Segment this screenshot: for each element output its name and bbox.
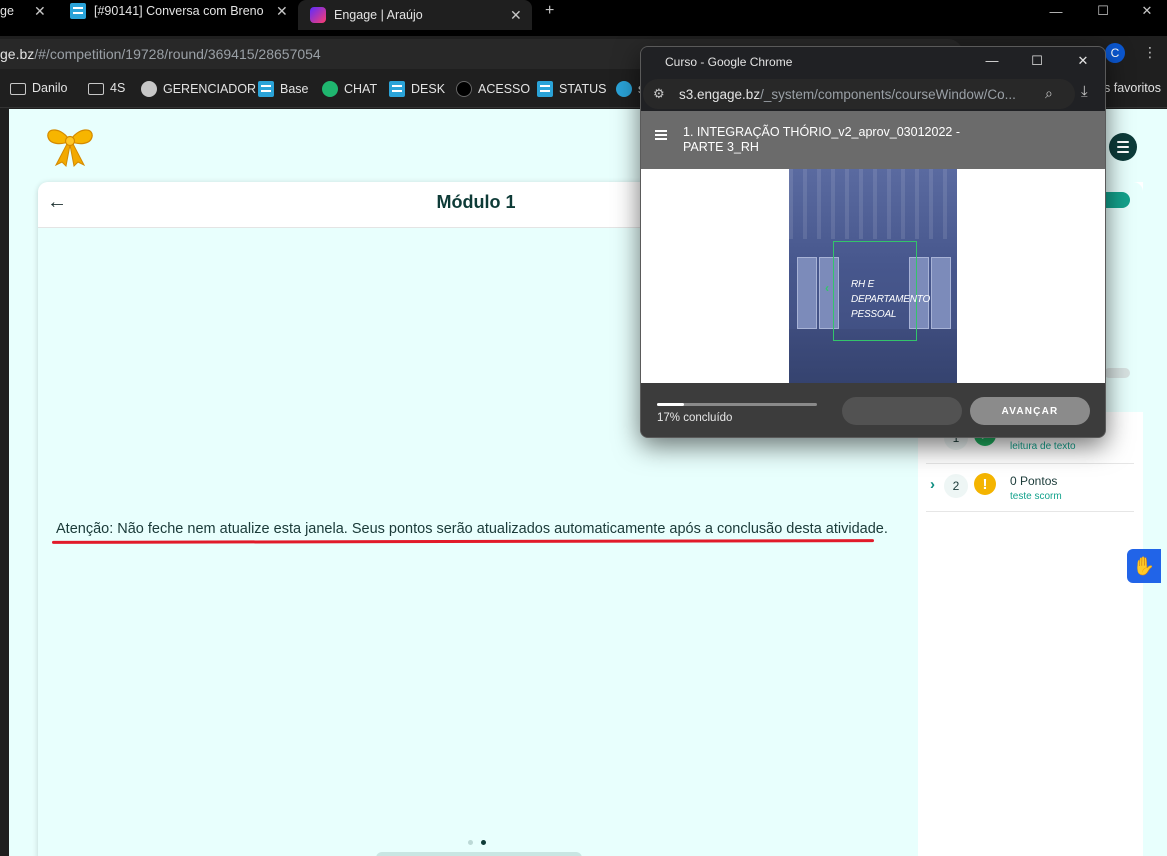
popup-window-title: Curso - Google Chrome — [665, 55, 793, 69]
task-row[interactable]: › 2 ! 0 Pontos teste scorm — [926, 464, 1134, 512]
s-icon — [616, 81, 632, 97]
course-footer: 17% concluído AVANÇAR — [641, 383, 1105, 437]
bookmark-gerenciador[interactable]: GERENCIADOR — [141, 81, 256, 97]
lines-icon — [258, 81, 274, 97]
close-window-icon[interactable]: ✕ — [1127, 0, 1167, 22]
course-title: 1. INTEGRAÇÃO THÓRIO_v2_aprov_03012022 -… — [683, 125, 960, 154]
more-menu-icon[interactable]: ⋮ — [1140, 44, 1160, 62]
progress-indicator — [1104, 368, 1130, 378]
task-type: leitura de texto — [1010, 441, 1076, 452]
engage-favicon-icon — [310, 7, 326, 23]
close-icon[interactable]: ✕ — [276, 3, 288, 20]
bookmark-desk[interactable]: DESK — [389, 81, 445, 97]
tab-engage-active[interactable]: Engage | Araújo ✕ — [298, 0, 532, 30]
course-slide-image: ‹ RH E DEPARTAMENTO PESSOAL — [789, 169, 957, 383]
page-dot[interactable] — [468, 840, 473, 845]
popup-address-bar[interactable]: ⚙ s3.engage.bz/_system/components/course… — [643, 79, 1075, 109]
gift-bow-icon — [47, 129, 93, 167]
warning-message: Atenção: Não feche nem atualize esta jan… — [56, 521, 888, 537]
bookmark-chat[interactable]: CHAT — [322, 81, 377, 97]
site-settings-icon[interactable]: ⚙ — [653, 86, 669, 102]
bookmark-danilo[interactable]: Danilo — [10, 81, 67, 95]
close-icon[interactable]: ✕ — [510, 7, 522, 24]
pagination-dots — [468, 840, 486, 845]
course-progress-fill — [657, 403, 685, 406]
bookmark-4s[interactable]: 4S — [88, 81, 125, 95]
zoom-icon[interactable]: ⌕ — [1045, 85, 1053, 102]
task-points: 0 Pontos — [1010, 474, 1058, 488]
course-progress-label: 17% concluído — [657, 412, 733, 424]
page-dot-active[interactable] — [481, 840, 486, 845]
course-content: ‹ RH E DEPARTAMENTO PESSOAL — [641, 169, 1105, 383]
previous-button[interactable] — [842, 397, 962, 425]
sign-language-accessibility-icon[interactable]: ✋ — [1127, 549, 1161, 583]
chat-icon — [322, 81, 338, 97]
chevron-left-icon: ‹ — [825, 281, 829, 295]
next-button[interactable]: AVANÇAR — [970, 397, 1090, 425]
address-text[interactable]: ge.bz/#/competition/19728/round/369415/2… — [0, 46, 321, 62]
popup-address-row: ⚙ s3.engage.bz/_system/components/course… — [641, 77, 1105, 111]
globe-icon — [141, 81, 157, 97]
red-underline-annotation — [51, 539, 875, 544]
new-tab-button[interactable]: + — [545, 0, 554, 22]
tab-strip: ge ✕ [#90141] Conversa com Breno F ✕ Eng… — [0, 0, 1167, 36]
tab-2[interactable]: [#90141] Conversa com Breno F ✕ — [70, 0, 292, 22]
folder-icon — [88, 83, 104, 95]
course-popup-window: Curso - Google Chrome — ☐ ✕ ⚙ s3.engage.… — [640, 46, 1106, 438]
window-edge — [0, 109, 9, 856]
maximize-icon[interactable]: ☐ — [1083, 0, 1123, 22]
bookmark-status[interactable]: STATUS — [537, 81, 606, 97]
close-icon[interactable]: ✕ — [34, 3, 46, 20]
course-menu-icon[interactable] — [655, 130, 667, 140]
chevron-right-icon[interactable]: › — [930, 476, 935, 493]
popup-titlebar: Curso - Google Chrome — ☐ ✕ — [641, 47, 1105, 77]
task-type: teste scorm — [1010, 491, 1062, 502]
course-header: 1. INTEGRAÇÃO THÓRIO_v2_aprov_03012022 -… — [641, 111, 1105, 169]
lines-icon — [537, 81, 553, 97]
bottom-button-partial[interactable] — [376, 852, 582, 856]
minimize-icon[interactable]: — — [1036, 0, 1076, 22]
download-icon[interactable]: ⤓ — [1081, 83, 1088, 100]
warning-icon: ! — [974, 473, 996, 495]
task-number: 2 — [944, 474, 968, 498]
profile-avatar[interactable]: C — [1105, 43, 1125, 63]
bookmark-acesso[interactable]: ACESSO — [456, 81, 530, 97]
bookmark-base[interactable]: Base — [258, 81, 309, 97]
globe-icon — [456, 81, 472, 97]
popup-url[interactable]: s3.engage.bz/_system/components/courseWi… — [679, 87, 1039, 102]
close-icon[interactable]: ✕ — [1073, 53, 1093, 71]
slide-caption: RH E DEPARTAMENTO PESSOAL — [851, 279, 931, 320]
bookmark-all-favorites[interactable]: s favoritos — [1104, 81, 1161, 95]
minimize-icon[interactable]: — — [982, 53, 1002, 71]
lines-icon — [389, 81, 405, 97]
folder-icon — [10, 83, 26, 95]
tab-1[interactable]: ge ✕ — [0, 0, 56, 22]
maximize-icon[interactable]: ☐ — [1027, 53, 1047, 71]
desk-favicon-icon — [70, 3, 86, 19]
menu-button[interactable] — [1109, 133, 1137, 161]
course-progress-bar — [657, 403, 817, 406]
